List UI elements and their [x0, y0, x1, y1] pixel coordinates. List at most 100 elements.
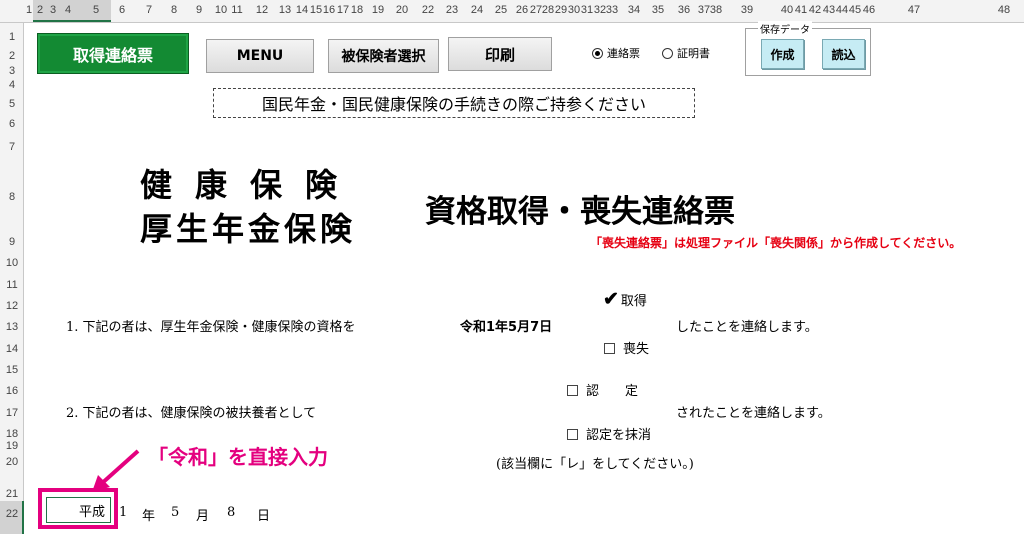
radio-notice[interactable]: 連絡票: [592, 45, 640, 61]
col-header-30[interactable]: 30: [568, 4, 580, 16]
row-header-13[interactable]: 13: [0, 321, 24, 333]
option-approve[interactable]: 認 定: [567, 380, 638, 399]
item1-date[interactable]: 令和1年5月7日: [460, 316, 552, 335]
date-year[interactable]: 1: [119, 505, 127, 520]
col-header-26[interactable]: 26: [516, 4, 528, 16]
checkbox-icon[interactable]: [567, 429, 578, 440]
col-header-4[interactable]: 4: [65, 4, 71, 16]
row-header-21[interactable]: 21: [0, 488, 24, 500]
option-loss-label: 喪失: [623, 342, 650, 357]
col-header-40[interactable]: 40: [781, 4, 793, 16]
instruction-text: (該当欄に「レ」をしてください。): [496, 457, 694, 472]
option-cancel-label: 認定を抹消: [586, 428, 652, 443]
row-header-16[interactable]: 16: [0, 385, 24, 397]
row-header-18[interactable]: 18: [0, 428, 24, 440]
column-header: 1 2 3 4 5 6 7 8 9 10 11 12 13 14 15 16 1…: [0, 0, 1024, 23]
col-header-42[interactable]: 42: [809, 4, 821, 16]
col-header-32[interactable]: 32: [594, 4, 606, 16]
row-header-14[interactable]: 14: [0, 343, 24, 355]
row-header-4[interactable]: 4: [0, 79, 24, 91]
col-header-18[interactable]: 18: [351, 4, 363, 16]
row-header-20[interactable]: 20: [0, 456, 24, 468]
col-header-37[interactable]: 37: [698, 4, 710, 16]
load-button[interactable]: 読込: [822, 39, 865, 69]
row-header-9[interactable]: 9: [0, 236, 24, 248]
col-header-19[interactable]: 19: [372, 4, 384, 16]
col-header-38[interactable]: 38: [710, 4, 722, 16]
acquisition-notice-button[interactable]: 取得連絡票: [37, 33, 189, 74]
col-header-8[interactable]: 8: [171, 4, 177, 16]
checkbox-icon[interactable]: [604, 343, 615, 354]
date-month[interactable]: 5: [171, 505, 179, 520]
col-header-46[interactable]: 46: [863, 4, 875, 16]
row-header-12[interactable]: 12: [0, 300, 24, 312]
row-header-3[interactable]: 3: [0, 65, 24, 77]
col-header-22[interactable]: 22: [422, 4, 434, 16]
radio-certificate[interactable]: 証明書: [662, 45, 710, 61]
col-header-31[interactable]: 31: [581, 4, 593, 16]
option-acquire[interactable]: ✔ 取得: [603, 288, 647, 310]
radio-icon[interactable]: [592, 47, 603, 59]
col-header-9[interactable]: 9: [196, 4, 202, 16]
col-header-7[interactable]: 7: [146, 4, 152, 16]
col-header-34[interactable]: 34: [628, 4, 640, 16]
col-header-36[interactable]: 36: [678, 4, 690, 16]
create-button[interactable]: 作成: [761, 39, 804, 69]
row-header-1[interactable]: 1: [0, 31, 24, 43]
row-header-15[interactable]: 15: [0, 364, 24, 376]
col-header-48[interactable]: 48: [998, 4, 1010, 16]
col-header-29[interactable]: 29: [555, 4, 567, 16]
era-input[interactable]: 平成: [46, 497, 111, 523]
row-header-2[interactable]: 2: [0, 50, 24, 62]
col-header-16[interactable]: 16: [323, 4, 335, 16]
col-header-43[interactable]: 43: [823, 4, 835, 16]
date-day[interactable]: 8: [227, 505, 235, 520]
col-header-28[interactable]: 28: [542, 4, 554, 16]
insured-select-button[interactable]: 被保険者選択: [328, 39, 439, 73]
col-header-33[interactable]: 33: [606, 4, 618, 16]
col-header-20[interactable]: 20: [396, 4, 408, 16]
col-header-25[interactable]: 25: [495, 4, 507, 16]
col-header-10[interactable]: 10: [215, 4, 227, 16]
col-header-45[interactable]: 45: [849, 4, 861, 16]
col-header-2[interactable]: 2: [37, 4, 43, 16]
col-header-14[interactable]: 14: [296, 4, 308, 16]
row-header-17[interactable]: 17: [0, 407, 24, 419]
col-header-3[interactable]: 3: [50, 4, 56, 16]
row-header-8[interactable]: 8: [0, 191, 24, 203]
col-header-11[interactable]: 11: [231, 4, 242, 16]
form-subtitle: 資格取得・喪失連絡票: [425, 194, 735, 230]
col-header-17[interactable]: 17: [337, 4, 349, 16]
print-button[interactable]: 印刷: [448, 37, 552, 71]
row-header-10[interactable]: 10: [0, 257, 24, 269]
year-unit: 年: [142, 509, 156, 524]
col-header-47[interactable]: 47: [908, 4, 920, 16]
row-header-22[interactable]: 22: [0, 508, 24, 520]
col-header-12[interactable]: 12: [256, 4, 268, 16]
col-header-5[interactable]: 5: [93, 4, 99, 16]
option-acquire-label: 取得: [620, 294, 647, 309]
col-header-23[interactable]: 23: [446, 4, 458, 16]
col-header-39[interactable]: 39: [741, 4, 753, 16]
radio-icon[interactable]: [662, 47, 673, 59]
col-header-41[interactable]: 41: [795, 4, 807, 16]
col-header-15[interactable]: 15: [310, 4, 322, 16]
col-header-24[interactable]: 24: [471, 4, 483, 16]
col-header-13[interactable]: 13: [279, 4, 291, 16]
row-header-6[interactable]: 6: [0, 118, 24, 130]
col-header-44[interactable]: 44: [836, 4, 848, 16]
option-loss[interactable]: 喪失: [604, 338, 649, 357]
menu-button[interactable]: MENU: [206, 39, 314, 73]
checkbox-icon[interactable]: [567, 385, 578, 396]
col-header-6[interactable]: 6: [119, 4, 125, 16]
col-header-1[interactable]: 1: [26, 4, 32, 16]
col-header-27[interactable]: 27: [530, 4, 542, 16]
row-header-19[interactable]: 19: [0, 440, 24, 452]
col-header-35[interactable]: 35: [652, 4, 664, 16]
row-header-11[interactable]: 11: [0, 279, 24, 291]
row-header-5[interactable]: 5: [0, 98, 24, 110]
item2-text: 2. 下記の者は、健康保険の被扶養者として: [66, 406, 317, 421]
option-approve-label: 認 定: [586, 384, 639, 399]
option-cancel[interactable]: 認定を抹消: [567, 424, 651, 443]
row-header-7[interactable]: 7: [0, 141, 24, 153]
